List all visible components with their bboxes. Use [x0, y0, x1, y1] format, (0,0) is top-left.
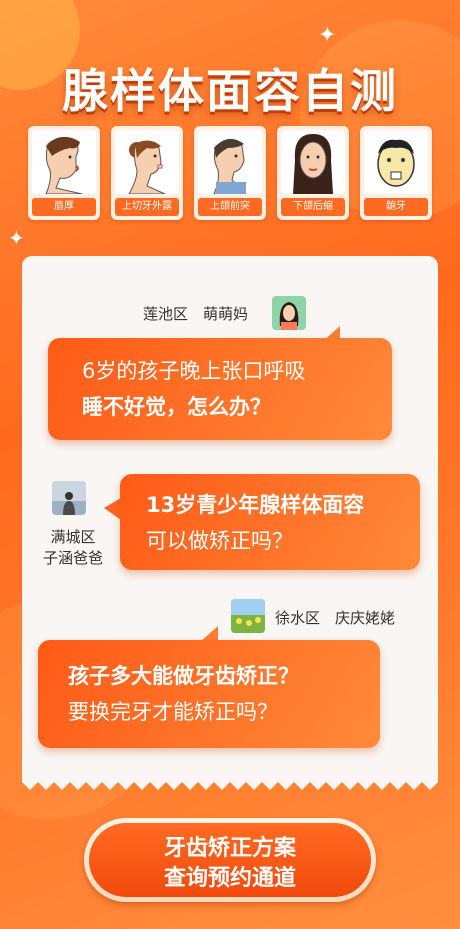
booking-button-inner[interactable]: 牙齿矫正方案 查询预约通道	[89, 823, 371, 897]
symptom-card: 唇厚	[28, 126, 100, 220]
symptom-card: 上颌前突	[194, 126, 266, 220]
avatar	[52, 481, 86, 515]
question-bubble: 孩子多大能做牙齿矫正？ 要换完牙才能矫正吗？	[38, 640, 380, 748]
woman-profile-icon	[115, 130, 179, 195]
question-line: 13岁青少年腺样体面容	[146, 493, 365, 517]
user-name: 徐水区 庆庆姥姥	[275, 609, 396, 627]
child-profile-icon	[198, 130, 262, 195]
user-name-line: 子涵爸爸	[43, 549, 104, 567]
avatar	[272, 296, 306, 330]
sparkle-icon: ✦	[8, 226, 25, 250]
symptom-label: 唇厚	[32, 198, 96, 216]
question-line: 睡不好觉，怎么办？	[82, 395, 271, 419]
symptom-label: 下颌后缩	[281, 198, 345, 216]
boy-profile-icon	[32, 130, 96, 195]
symptom-label: 上切牙外露	[115, 198, 179, 216]
user-name-line: 满城区	[50, 528, 96, 546]
symptom-card: 上切牙外露	[111, 126, 183, 220]
panel-zigzag-edge	[22, 778, 438, 790]
symptom-card: 下颌后缩	[277, 126, 349, 220]
symptom-label: 龅牙	[364, 198, 428, 216]
user-name: 满城区 子涵爸爸	[43, 527, 103, 569]
cta-line: 牙齿矫正方案	[163, 836, 296, 861]
question-line: 6岁的孩子晚上张口呼吸	[82, 359, 306, 383]
user-name: 莲池区 萌萌妈	[143, 305, 249, 323]
question-bubble: 6岁的孩子晚上张口呼吸 睡不好觉，怎么办？	[48, 338, 392, 440]
symptom-label: 上颌前突	[198, 198, 262, 216]
booking-button[interactable]: 牙齿矫正方案 查询预约通道	[84, 818, 376, 902]
question-line: 孩子多大能做牙齿矫正？	[68, 664, 299, 688]
symptom-card: 龅牙	[360, 126, 432, 220]
sparkle-icon: ✦	[318, 23, 337, 48]
poster: ✦ ✦ 腺样体面容自测 唇厚 上切牙外露 上颌前突 下颌后缩 龅牙 莲池区 萌萌…	[0, 0, 460, 929]
question-line: 可以做矫正吗？	[146, 529, 293, 553]
question-line: 要换完牙才能矫正吗？	[68, 700, 278, 724]
question-bubble: 13岁青少年腺样体面容 可以做矫正吗？	[120, 474, 420, 570]
man-buck-teeth-icon	[364, 130, 428, 194]
woman-front-face-icon	[281, 130, 345, 194]
cta-line: 查询预约通道	[163, 866, 296, 891]
avatar	[231, 599, 265, 633]
page-title: 腺样体面容自测	[62, 64, 398, 118]
symptom-list: 唇厚 上切牙外露 上颌前突 下颌后缩 龅牙	[28, 126, 432, 220]
